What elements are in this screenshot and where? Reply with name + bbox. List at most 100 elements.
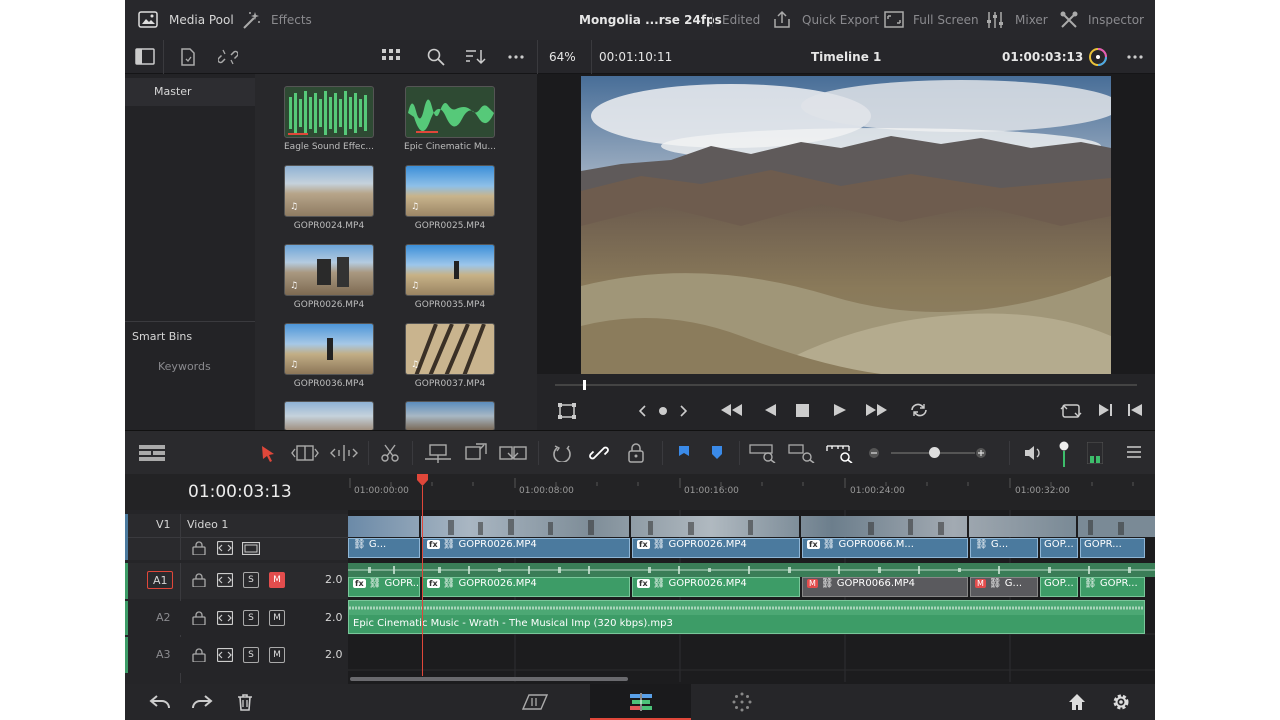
sidebar-toggle-icon[interactable] bbox=[135, 48, 155, 66]
audio-clip[interactable]: fx ⛓ GOPR0026.MP4 bbox=[422, 577, 630, 597]
home-icon[interactable] bbox=[1068, 693, 1086, 711]
full-screen-button[interactable]: Full Screen bbox=[913, 13, 979, 27]
overwrite-clip-icon[interactable] bbox=[464, 443, 488, 463]
blade-tool-icon[interactable] bbox=[381, 444, 399, 462]
auto-select-icon[interactable] bbox=[217, 573, 233, 587]
next-frame-icon[interactable] bbox=[1098, 403, 1114, 417]
mute-button[interactable]: M bbox=[269, 647, 285, 663]
clip-thumbnail[interactable]: ♫ bbox=[284, 165, 374, 217]
clip-thumbnail[interactable]: ♫ bbox=[405, 244, 495, 296]
audio-clip-muted[interactable]: M ⛓ GOPR0066.MP4 bbox=[802, 577, 968, 597]
track-visibility-icon[interactable] bbox=[242, 542, 260, 555]
lock-track-icon[interactable] bbox=[192, 648, 206, 662]
inspector-button[interactable]: Inspector bbox=[1088, 13, 1144, 27]
redo-icon[interactable] bbox=[191, 693, 213, 711]
clip-thumbnail[interactable]: ♫ bbox=[405, 165, 495, 217]
stop-icon[interactable] bbox=[796, 404, 809, 417]
more-options-icon[interactable] bbox=[508, 55, 524, 59]
audio-meter-icon[interactable] bbox=[1087, 442, 1103, 464]
solo-button[interactable]: S bbox=[243, 647, 259, 663]
clip-thumbnail[interactable]: ♫ bbox=[284, 323, 374, 375]
auto-select-icon[interactable] bbox=[217, 648, 233, 662]
quick-export-icon[interactable] bbox=[772, 10, 792, 30]
settings-gear-icon[interactable] bbox=[1111, 692, 1131, 712]
smart-bin-keywords[interactable]: Keywords bbox=[158, 360, 211, 373]
timeline-ruler[interactable]: 01:00:00:00 01:00:08:00 01:00:16:00 01:0… bbox=[348, 474, 1155, 510]
transform-icon[interactable] bbox=[557, 402, 577, 420]
lock-track-icon[interactable] bbox=[192, 573, 206, 587]
bin-master[interactable]: Master bbox=[125, 78, 255, 106]
match-frame-icon[interactable] bbox=[1060, 402, 1082, 420]
dynamic-trim-icon[interactable] bbox=[330, 444, 358, 462]
delete-icon[interactable] bbox=[237, 693, 253, 711]
clip-thumbnail[interactable] bbox=[284, 401, 374, 431]
track-id-a1-box[interactable]: A1 bbox=[147, 571, 173, 589]
go-to-start-icon[interactable] bbox=[719, 403, 743, 417]
mixer-icon[interactable] bbox=[985, 10, 1005, 30]
loop-icon[interactable] bbox=[908, 401, 930, 419]
go-to-end-icon[interactable] bbox=[865, 403, 889, 417]
viewer-scrub-handle[interactable] bbox=[583, 380, 586, 390]
auto-select-icon[interactable] bbox=[217, 541, 233, 555]
media-pool-icon[interactable] bbox=[138, 11, 158, 29]
marker-icon[interactable] bbox=[710, 445, 724, 461]
zoom-in-icon[interactable] bbox=[976, 448, 986, 458]
music-clip[interactable]: Epic Cinematic Music - Wrath - The Music… bbox=[348, 600, 1145, 634]
effects-button[interactable]: Effects bbox=[271, 13, 312, 27]
video-clip[interactable]: GOP... bbox=[1040, 538, 1078, 558]
mute-button-active[interactable]: M bbox=[269, 572, 285, 588]
play-reverse-icon[interactable] bbox=[763, 403, 777, 417]
video-clip[interactable]: GOPR... bbox=[1080, 538, 1145, 558]
zoom-level[interactable]: 64% bbox=[549, 50, 576, 64]
volume-icon[interactable] bbox=[1024, 445, 1042, 461]
search-icon[interactable] bbox=[427, 48, 445, 66]
track-name-v1[interactable]: Video 1 bbox=[187, 518, 228, 531]
flag-icon[interactable] bbox=[677, 445, 691, 461]
video-clip[interactable]: ⛓ G... bbox=[348, 538, 420, 558]
import-icon[interactable] bbox=[179, 48, 197, 66]
viewer-scrubber[interactable] bbox=[555, 384, 1137, 386]
lock-track-icon[interactable] bbox=[192, 541, 206, 555]
full-screen-icon[interactable] bbox=[884, 11, 904, 29]
jog-control-icon[interactable] bbox=[639, 404, 687, 418]
inspector-icon[interactable] bbox=[1059, 10, 1079, 30]
mute-button[interactable]: M bbox=[269, 610, 285, 626]
replace-clip-icon[interactable] bbox=[499, 443, 527, 463]
edit-page-tab[interactable] bbox=[590, 684, 691, 720]
lock-track-icon[interactable] bbox=[192, 611, 206, 625]
video-clip[interactable]: fx ⛓ GOPR0066.M... bbox=[802, 538, 968, 558]
mixer-button[interactable]: Mixer bbox=[1015, 13, 1048, 27]
grid-view-icon[interactable] bbox=[382, 49, 400, 63]
quick-export-button[interactable]: Quick Export bbox=[802, 13, 879, 27]
playhead-handle[interactable] bbox=[417, 474, 428, 486]
audio-level-icon[interactable] bbox=[1059, 441, 1069, 467]
cut-page-icon[interactable] bbox=[522, 694, 548, 710]
timeline-scrollbar[interactable] bbox=[350, 677, 628, 681]
audio-clip[interactable]: fx ⛓ GOPR... bbox=[348, 577, 420, 597]
insert-clip-icon[interactable] bbox=[424, 444, 452, 464]
clip-thumbnail[interactable]: ♫ bbox=[284, 244, 374, 296]
solo-button[interactable]: S bbox=[243, 572, 259, 588]
snapping-icon[interactable] bbox=[553, 444, 573, 462]
prev-frame-icon[interactable] bbox=[1127, 403, 1143, 417]
clip-thumbnail[interactable] bbox=[405, 86, 495, 138]
timeline-name[interactable]: Timeline 1 bbox=[811, 50, 881, 64]
video-clip[interactable]: fx ⛓ GOPR0026.MP4 bbox=[422, 538, 630, 558]
timeline-menu-icon[interactable] bbox=[1127, 446, 1141, 458]
timeline-view-icon[interactable] bbox=[139, 445, 165, 461]
clip-thumbnail[interactable] bbox=[405, 401, 495, 431]
linked-selection-icon[interactable] bbox=[589, 444, 609, 462]
clip-thumbnail[interactable]: ♫ bbox=[405, 323, 495, 375]
zoom-out-icon[interactable] bbox=[869, 448, 879, 458]
video-clip[interactable]: fx ⛓ GOPR0026.MP4 bbox=[632, 538, 800, 558]
audio-clip[interactable]: ⛓ GOPR... bbox=[1080, 577, 1145, 597]
zoom-custom-icon[interactable] bbox=[826, 443, 854, 463]
solo-button[interactable]: S bbox=[243, 610, 259, 626]
sort-icon[interactable] bbox=[465, 48, 487, 66]
fairlight-page-icon[interactable] bbox=[732, 692, 752, 712]
zoom-slider-handle[interactable] bbox=[929, 447, 940, 458]
auto-select-icon[interactable] bbox=[217, 611, 233, 625]
audio-clip[interactable]: GOP... bbox=[1040, 577, 1078, 597]
video-clip[interactable]: ⛓ G... bbox=[970, 538, 1038, 558]
position-lock-icon[interactable] bbox=[627, 443, 645, 463]
